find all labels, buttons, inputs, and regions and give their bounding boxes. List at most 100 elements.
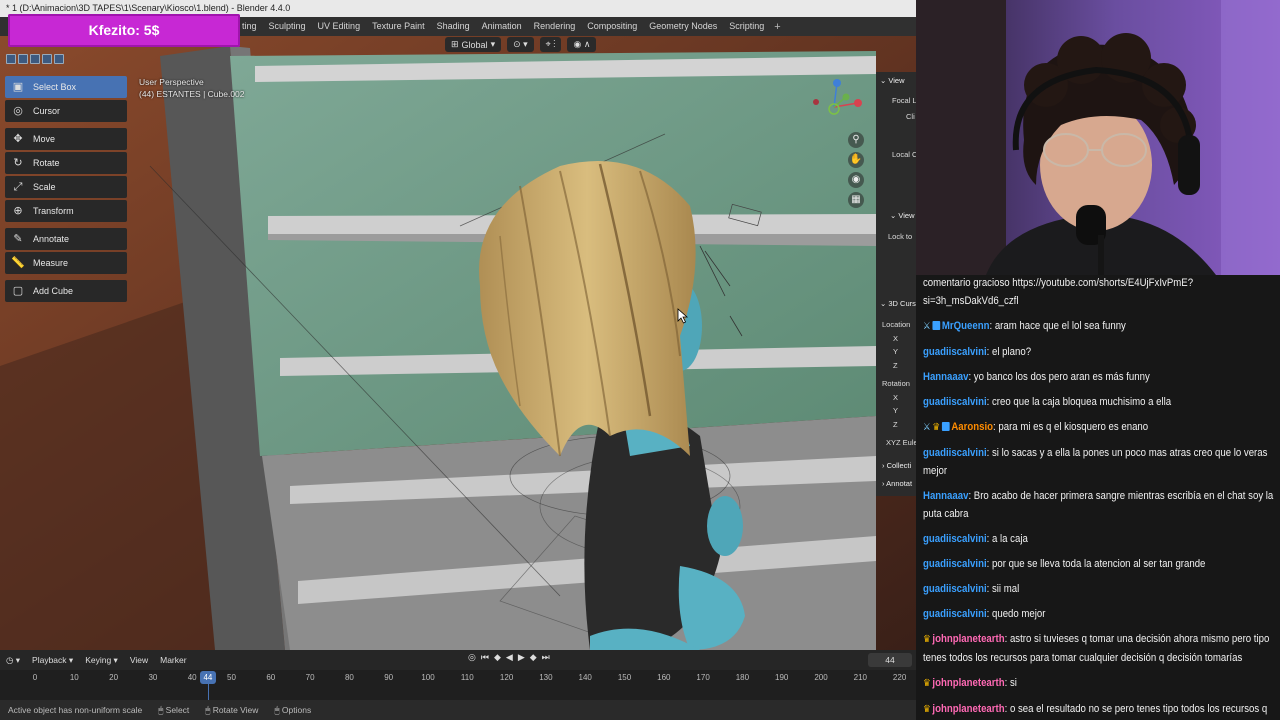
tab-sculpting[interactable]: Sculpting [263,17,312,36]
record-icon[interactable]: ◎ [468,653,476,663]
zoom-icon[interactable]: ⚲ [848,132,864,148]
tab-rendering[interactable]: Rendering [528,17,582,36]
select-invert-icon[interactable] [42,54,52,64]
chat-username[interactable]: guadiiscalvini [923,447,987,459]
menu-marker[interactable]: Marker [154,655,192,665]
rotate-icon: ↻ [13,156,23,169]
next-key-icon[interactable]: ◆ [530,653,537,663]
euler-dropdown[interactable]: XYZ Eule [886,438,916,447]
loc-y-field[interactable]: Y [893,347,898,356]
npanel-3d-cursor-header[interactable]: ⌄ 3D Curs [880,299,916,308]
clip-label: Cli [906,112,915,121]
select-new-icon[interactable] [6,54,16,64]
annotations-label: Annotat [886,479,913,488]
chat-username[interactable]: Aaronsio [951,421,993,433]
navigation-gizmo[interactable] [806,75,866,135]
tool-transform[interactable]: ⊕ Transform [5,200,127,222]
tab-shading[interactable]: Shading [431,17,476,36]
tool-annotate[interactable]: ✎ Annotate [5,228,127,250]
menu-playback[interactable]: Playback ▾ [26,655,79,666]
rot-z-field[interactable]: Z [893,420,898,429]
tool-cursor[interactable]: ◎ Cursor [5,100,127,122]
current-frame-field[interactable]: 44 [868,653,912,667]
npanel-view-lock-header[interactable]: ⌄ View [890,211,915,220]
cursor-icon: ◎ [13,104,23,117]
3d-viewport[interactable] [0,36,916,650]
loc-x-field[interactable]: X [893,334,898,343]
tool-scale[interactable]: ⤢ Scale [5,176,127,198]
tool-add-cube[interactable]: ▢ Add Cube [5,280,127,302]
chat-text: si [1009,677,1017,689]
npanel-view-header[interactable]: ⌄ View [880,76,905,85]
chat-username[interactable]: johnplanetearth [932,703,1004,715]
chat-username[interactable]: guadiiscalvini [923,346,987,358]
chat-username[interactable]: johnplanetearth [932,677,1004,689]
chat-message: guadiiscalvini: el plano? [923,343,1276,361]
chat-username[interactable]: guadiiscalvini [923,396,987,408]
crown-badge-icon: ♛ [923,634,931,645]
chat-username[interactable]: johnplanetearth [932,633,1004,645]
viewport-info: User Perspective (44) ESTANTES | Cube.00… [139,76,245,100]
chat-text: comentario gracioso https://youtube.com/… [923,277,1194,307]
menu-keying[interactable]: Keying ▾ [79,655,124,666]
chevron-down-icon: ▾ [490,39,496,49]
chat-username[interactable]: Hannaaav [923,490,968,502]
playhead[interactable]: 44 [199,671,216,684]
stream-chat: comentario gracioso https://youtube.com/… [916,275,1280,720]
select-extend-icon[interactable] [18,54,28,64]
menu-view[interactable]: View [124,655,154,665]
frame-tick: 210 [853,673,867,682]
jump-end-icon[interactable]: ⏭ [542,653,550,663]
active-object-label: (44) ESTANTES | Cube.002 [139,89,245,99]
chat-message: guadiiscalvini: a la caja [923,530,1276,548]
tab-texture-paint[interactable]: Texture Paint [366,17,431,36]
orientation-dropdown[interactable]: ⊞ Global ▾ [445,37,502,52]
tool-measure[interactable]: 📏 Measure [5,252,127,274]
npanel-annotations-header[interactable]: › Annotat [882,479,912,488]
chat-message: guadiiscalvini: sii mal [923,580,1276,598]
prev-key-icon[interactable]: ◆ [494,653,501,663]
tab-animation[interactable]: Animation [476,17,528,36]
chat-username[interactable]: MrQueenn [942,320,990,332]
npanel-collections-header[interactable]: › Collecti [882,461,911,470]
select-subtract-icon[interactable] [30,54,40,64]
tab-uv-editing[interactable]: UV Editing [312,17,367,36]
tool-select-box[interactable]: ▣ Select Box [5,76,127,98]
editor-type-icon[interactable]: ◷ ▾ [0,655,26,666]
tab-scripting[interactable]: Scripting [723,17,770,36]
rot-x-field[interactable]: X [893,393,898,402]
chat-message: Hannaaav: yo banco los dos pero aran es … [923,368,1276,386]
tool-label: Rotate [33,158,60,168]
chat-username[interactable]: Hannaaav [923,371,968,383]
proportional-toggle[interactable]: ◉ ∧ [567,37,597,52]
timeline-ruler[interactable]: 0 10 20 30 40 50 60 70 80 90 100 110 120 130 140 150 160… [0,670,916,700]
tab-compositing[interactable]: Compositing [581,17,643,36]
tool-label: Cursor [33,106,61,116]
chat-username[interactable]: guadiiscalvini [923,608,987,620]
frame-tick: 120 [499,673,514,682]
frame-tick: 180 [735,673,750,682]
rot-y-field[interactable]: Y [893,406,898,415]
ortho-grid-icon[interactable]: ▦ [848,192,864,208]
chat-username[interactable]: guadiiscalvini [923,558,987,570]
frame-tick: 100 [421,673,435,682]
tool-move[interactable]: ✥ Move [5,128,127,150]
snap-toggle[interactable]: ⌖ ⋮ [539,37,562,52]
webcam-image [916,0,1280,275]
chat-username[interactable]: guadiiscalvini [923,533,987,545]
select-intersect-icon[interactable] [54,54,64,64]
play-icon[interactable]: ▶ [518,653,525,663]
chat-username[interactable]: guadiiscalvini [923,583,987,595]
frame-tick: 130 [539,673,553,682]
play-reverse-icon[interactable]: ◀ [506,653,513,663]
jump-start-icon[interactable]: ⏮ [481,653,489,663]
pan-hand-icon[interactable]: ✋ [848,152,864,168]
loc-z-field[interactable]: Z [893,361,898,370]
pivot-dropdown[interactable]: ⊙ ▾ [507,37,534,52]
chat-text: creo que la caja bloquea muchisimo a ell… [991,396,1172,408]
camera-view-icon[interactable]: ◉ [848,172,864,188]
tool-rotate[interactable]: ↻ Rotate [5,152,127,174]
move-icon: ✥ [13,132,23,145]
tab-geometry-nodes[interactable]: Geometry Nodes [643,17,723,36]
add-workspace-icon[interactable]: + [770,21,784,33]
